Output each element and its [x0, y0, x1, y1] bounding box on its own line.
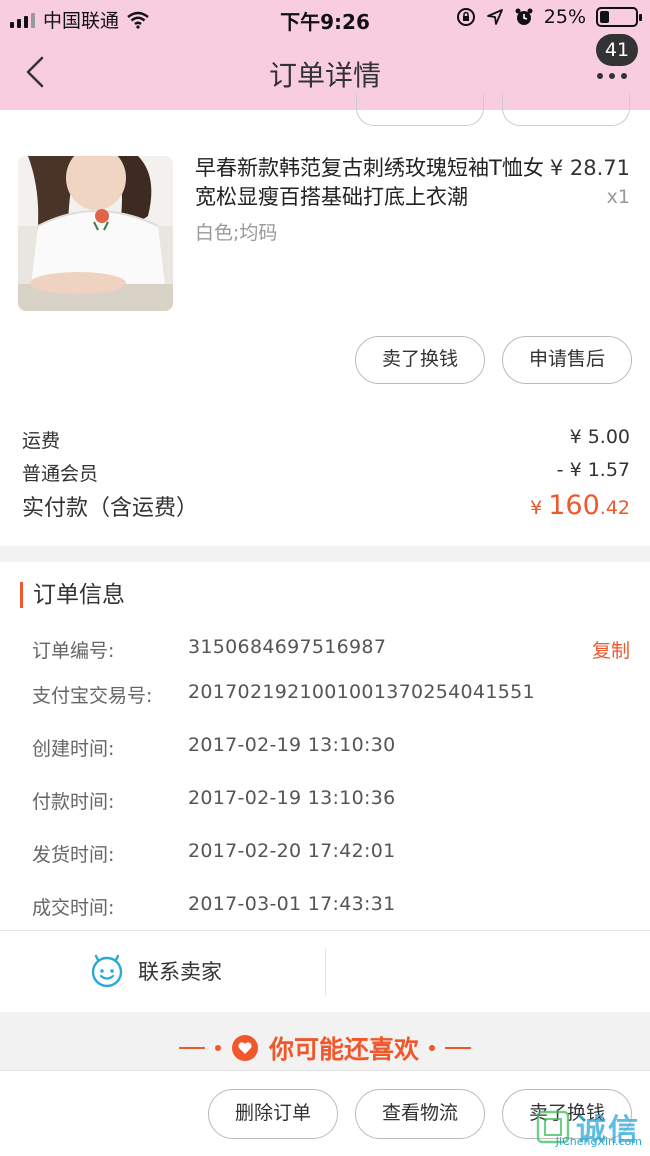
info-label: 支付宝交易号:: [32, 685, 153, 707]
total-paid-row: 实付款（含运费） ¥ 160.42: [22, 490, 630, 522]
battery-fill: [600, 11, 609, 23]
alarm-icon: [515, 8, 533, 25]
product-price: ¥ 28.71: [549, 156, 630, 180]
decor-dot: [214, 1045, 221, 1051]
info-label: 订单编号:: [32, 640, 115, 662]
completed-time-value: 2017-03-01 17:43:31: [188, 893, 396, 915]
order-info-card: 订单信息 订单编号: 3150684697516987 复制 支付宝交易号: 2…: [0, 562, 650, 1012]
view-logistics-button[interactable]: 查看物流: [355, 1089, 485, 1139]
rotation-lock-icon: [456, 8, 475, 26]
delete-order-button[interactable]: 删除订单: [208, 1089, 338, 1139]
divider: [0, 930, 650, 931]
partial-button[interactable]: [502, 94, 630, 126]
total-integer: 160: [548, 490, 600, 521]
decor-line: [445, 1047, 471, 1049]
location-icon: [486, 9, 503, 25]
info-label: 发货时间:: [32, 844, 115, 866]
chat-face-icon: [91, 954, 123, 988]
shipped-time-value: 2017-02-20 17:42:01: [188, 840, 396, 862]
shipping-label: 运费: [22, 430, 61, 452]
contact-seller-button[interactable]: 联系卖家: [90, 954, 222, 988]
page-title: 订单详情: [268, 59, 381, 92]
info-label: 付款时间:: [32, 791, 115, 813]
order-item-card: 早春新款韩范复古刺绣玫瑰短袖T恤女宽松显瘦百搭基础打底上衣潮 白色;均码 ¥ 2…: [0, 94, 650, 546]
copy-button[interactable]: 复制: [592, 636, 630, 663]
product-title[interactable]: 早春新款韩范复古刺绣玫瑰短袖T恤女宽松显瘦百搭基础打底上衣潮: [195, 154, 545, 212]
decor-dot: [429, 1045, 435, 1051]
info-label: 创建时间:: [32, 738, 115, 760]
battery-percent: 25%: [543, 6, 586, 28]
order-number-value: 3150684697516987: [188, 636, 387, 658]
product-quantity: x1: [606, 186, 630, 208]
previous-item-buttons-partial: [356, 94, 630, 126]
contact-seller-label: 联系卖家: [138, 960, 222, 984]
recommend-title: 你可能还喜欢: [268, 1035, 419, 1064]
member-label: 普通会员: [22, 463, 99, 485]
more-button[interactable]: [592, 66, 632, 86]
alipay-trade-value: 2017021921001001370254041551: [188, 681, 535, 703]
order-info-title: 订单信息: [20, 582, 125, 608]
total-value: ¥ 160.42: [530, 490, 630, 521]
more-dot-icon: [621, 73, 627, 79]
product-thumbnail[interactable]: [18, 156, 173, 311]
watermark-url: JiChengXin.com: [555, 1135, 642, 1148]
heart-icon: [231, 1035, 258, 1061]
divider: [325, 948, 326, 996]
product-sku: 白色;均码: [195, 222, 278, 244]
more-dot-icon: [609, 73, 615, 79]
total-currency: ¥: [530, 497, 549, 519]
recommend-header: 你可能还喜欢: [0, 1030, 650, 1066]
paid-time-value: 2017-02-19 13:10:36: [188, 787, 396, 809]
member-value: - ¥ 1.57: [556, 459, 630, 481]
total-decimal: .42: [599, 497, 630, 519]
shipping-value: ¥ 5.00: [569, 426, 630, 448]
after-sale-button[interactable]: 申请售后: [502, 336, 632, 384]
decor-line: [178, 1047, 205, 1049]
created-time-value: 2017-02-19 13:10:30: [188, 734, 396, 756]
shipping-fee-row: 运费 ¥ 5.00: [22, 426, 630, 453]
status-bar: 中国联通 下午9:26 25%: [0, 0, 650, 36]
status-right: 25%: [456, 6, 642, 28]
partial-button[interactable]: [356, 94, 484, 126]
total-label: 实付款（含运费）: [22, 496, 199, 521]
message-count-badge[interactable]: 41: [596, 34, 638, 66]
info-label: 成交时间:: [32, 897, 115, 919]
battery-icon: [596, 7, 642, 27]
more-dot-icon: [597, 73, 603, 79]
sell-for-cash-button[interactable]: 卖了换钱: [355, 336, 485, 384]
bottom-action-bar: 删除订单 查看物流 卖了换钱 诚信 JiChengXin.com: [0, 1070, 650, 1156]
member-discount-row: 普通会员 - ¥ 1.57: [22, 459, 630, 486]
